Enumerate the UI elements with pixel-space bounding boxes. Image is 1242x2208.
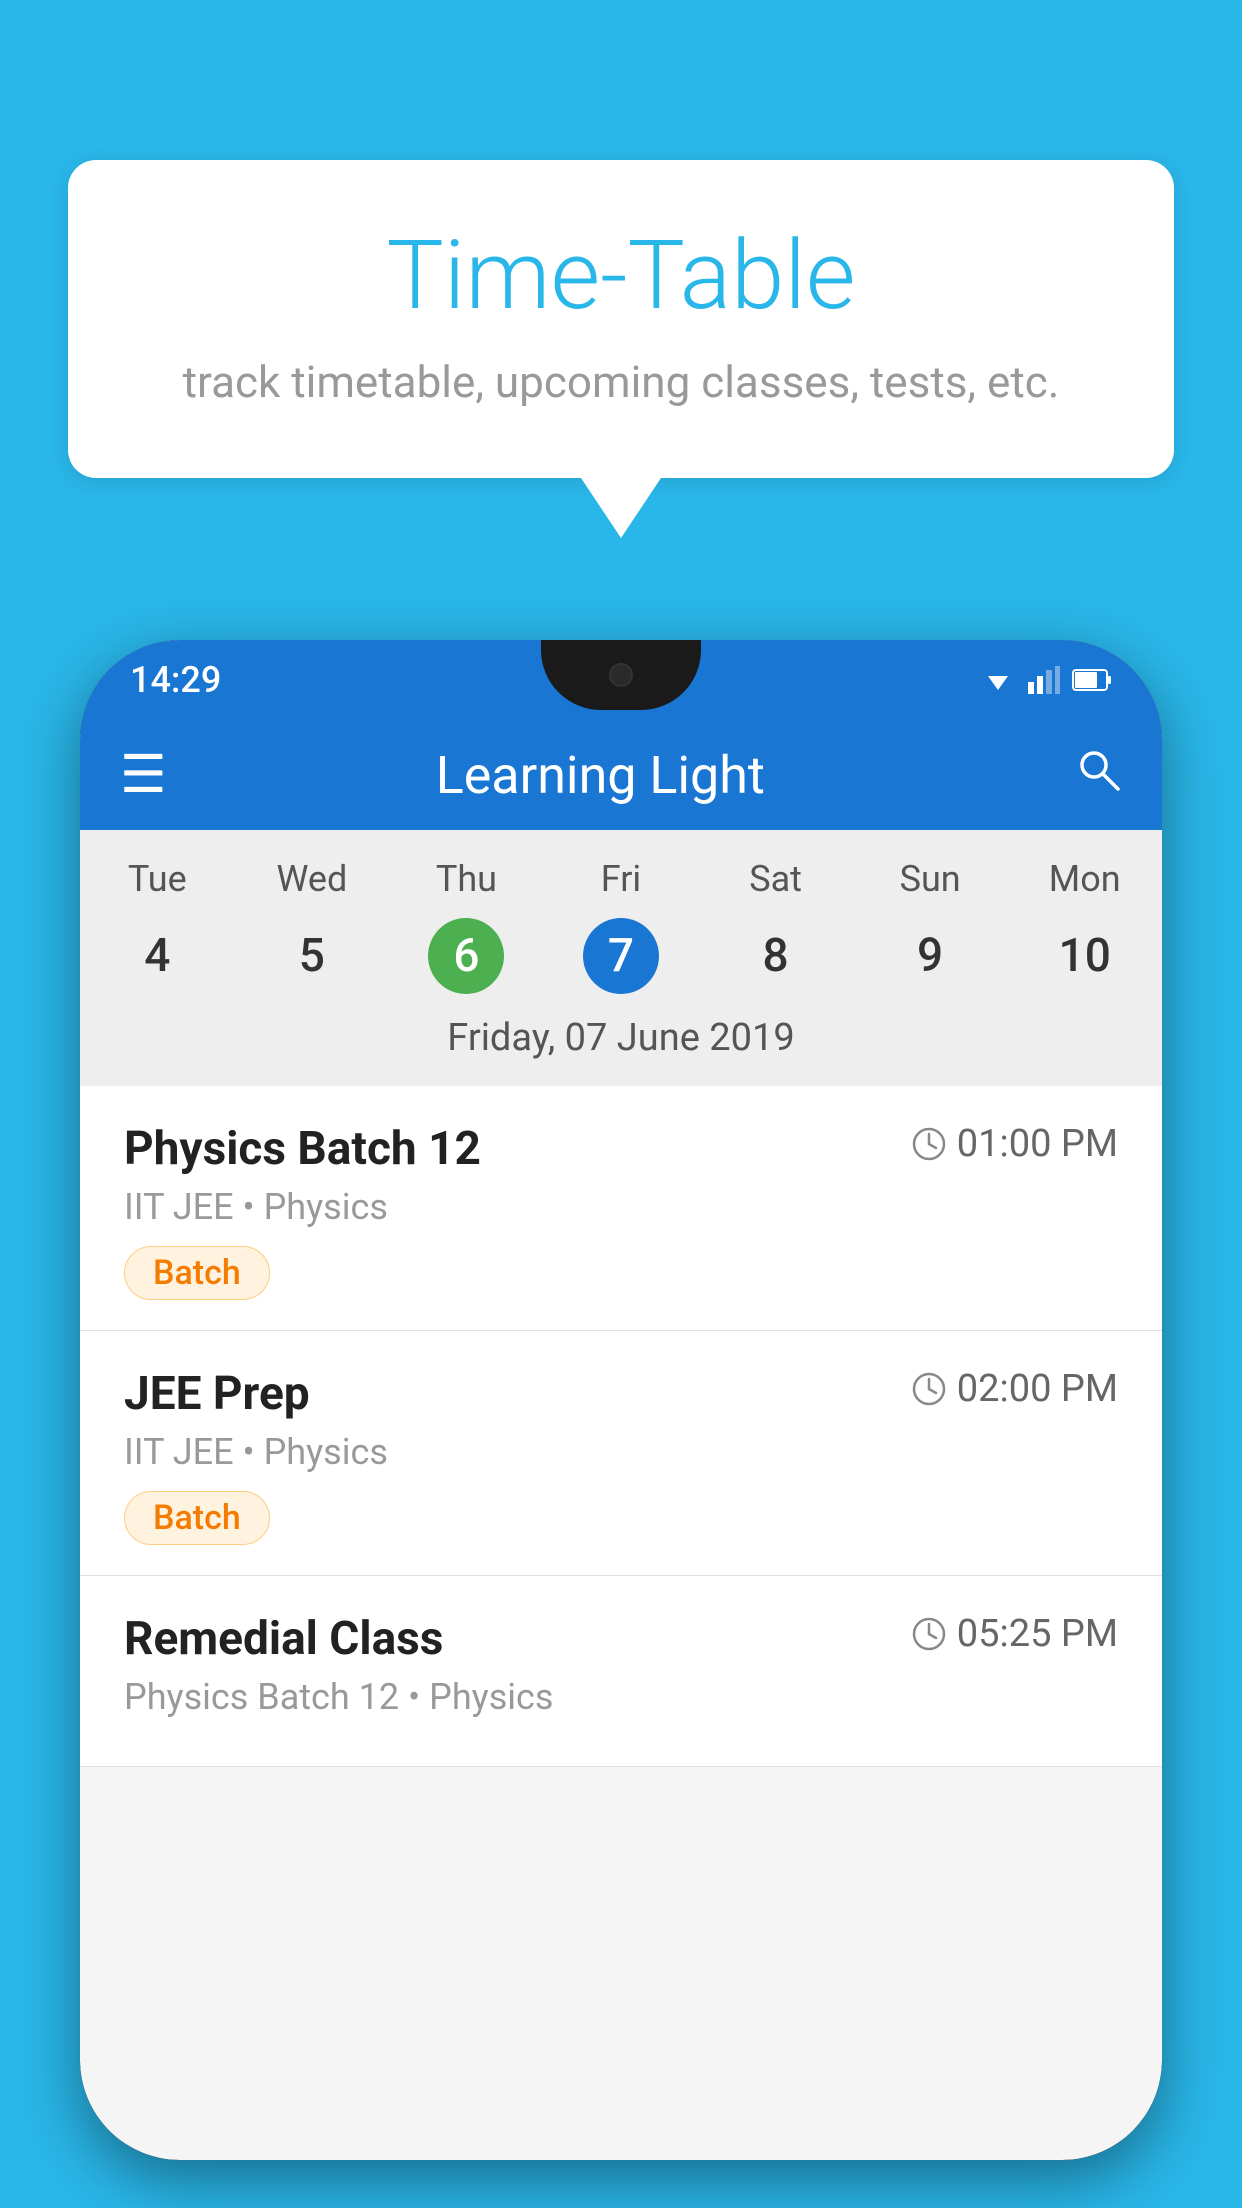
day-header-mon: Mon: [1007, 850, 1162, 908]
day-7-selected[interactable]: 7: [583, 918, 659, 994]
schedule-item-2-subtitle: IIT JEE • Physics: [124, 1431, 1118, 1473]
clock-icon-1: [911, 1126, 947, 1162]
search-icon[interactable]: [1074, 745, 1122, 806]
day-9[interactable]: 9: [853, 918, 1008, 994]
day-header-fri: Fri: [544, 850, 699, 908]
phone-mockup: 14:29: [80, 640, 1162, 2160]
batch-badge-2: Batch: [124, 1491, 270, 1545]
schedule-item-2-header: JEE Prep 02:00 PM: [124, 1367, 1118, 1421]
notch: [541, 640, 701, 710]
bubble-arrow: [581, 478, 661, 538]
day-5[interactable]: 5: [235, 918, 390, 994]
schedule-item-2-title: JEE Prep: [124, 1367, 310, 1421]
schedule-item-1-title: Physics Batch 12: [124, 1122, 481, 1176]
bubble-title: Time-Table: [148, 220, 1094, 332]
schedule-item-3-title: Remedial Class: [124, 1612, 443, 1666]
day-header-sun: Sun: [853, 850, 1008, 908]
signal-icon: [1028, 666, 1060, 694]
batch-badge-1: Batch: [124, 1246, 270, 1300]
speech-bubble-container: Time-Table track timetable, upcoming cla…: [68, 160, 1174, 538]
day-4[interactable]: 4: [80, 918, 235, 994]
selected-date-label: Friday, 07 June 2019: [80, 1008, 1162, 1076]
schedule-list: Physics Batch 12 01:00 PM IIT JEE • Phys…: [80, 1086, 1162, 1767]
status-time: 14:29: [130, 659, 221, 701]
schedule-item-1-header: Physics Batch 12 01:00 PM: [124, 1122, 1118, 1176]
day-header-thu: Thu: [389, 850, 544, 908]
phone-screen: 14:29: [80, 640, 1162, 2160]
schedule-item-3-header: Remedial Class 05:25 PM: [124, 1612, 1118, 1666]
status-icons: [980, 666, 1112, 694]
schedule-item-3: Remedial Class 05:25 PM Physics Batch 12…: [80, 1576, 1162, 1767]
schedule-item-2-time: 02:00 PM: [911, 1367, 1118, 1411]
day-headers: Tue Wed Thu Fri Sat Sun Mon: [80, 850, 1162, 908]
day-header-tue: Tue: [80, 850, 235, 908]
app-title: Learning Light: [197, 745, 1004, 806]
status-bar: 14:29: [80, 640, 1162, 720]
bubble-subtitle: track timetable, upcoming classes, tests…: [148, 356, 1094, 408]
camera: [609, 663, 633, 687]
calendar: Tue Wed Thu Fri Sat Sun Mon 4 5 6 7 8 9 …: [80, 830, 1162, 1086]
speech-bubble: Time-Table track timetable, upcoming cla…: [68, 160, 1174, 478]
schedule-item-2: JEE Prep 02:00 PM IIT JEE • Physics Batc…: [80, 1331, 1162, 1576]
day-10[interactable]: 10: [1007, 918, 1162, 994]
schedule-item-1-subtitle: IIT JEE • Physics: [124, 1186, 1118, 1228]
schedule-item-3-subtitle: Physics Batch 12 • Physics: [124, 1676, 1118, 1718]
day-6-today[interactable]: 6: [428, 918, 504, 994]
schedule-item-3-time: 05:25 PM: [911, 1612, 1118, 1656]
day-numbers: 4 5 6 7 8 9 10: [80, 918, 1162, 994]
day-header-wed: Wed: [235, 850, 390, 908]
clock-icon-3: [911, 1616, 947, 1652]
menu-icon[interactable]: ☰: [120, 749, 167, 801]
schedule-item-1: Physics Batch 12 01:00 PM IIT JEE • Phys…: [80, 1086, 1162, 1331]
day-8[interactable]: 8: [698, 918, 853, 994]
clock-icon-2: [911, 1371, 947, 1407]
battery-icon: [1072, 669, 1112, 691]
schedule-item-1-time: 01:00 PM: [911, 1122, 1118, 1166]
app-bar: ☰ Learning Light: [80, 720, 1162, 830]
day-header-sat: Sat: [698, 850, 853, 908]
wifi-icon: [980, 666, 1016, 694]
